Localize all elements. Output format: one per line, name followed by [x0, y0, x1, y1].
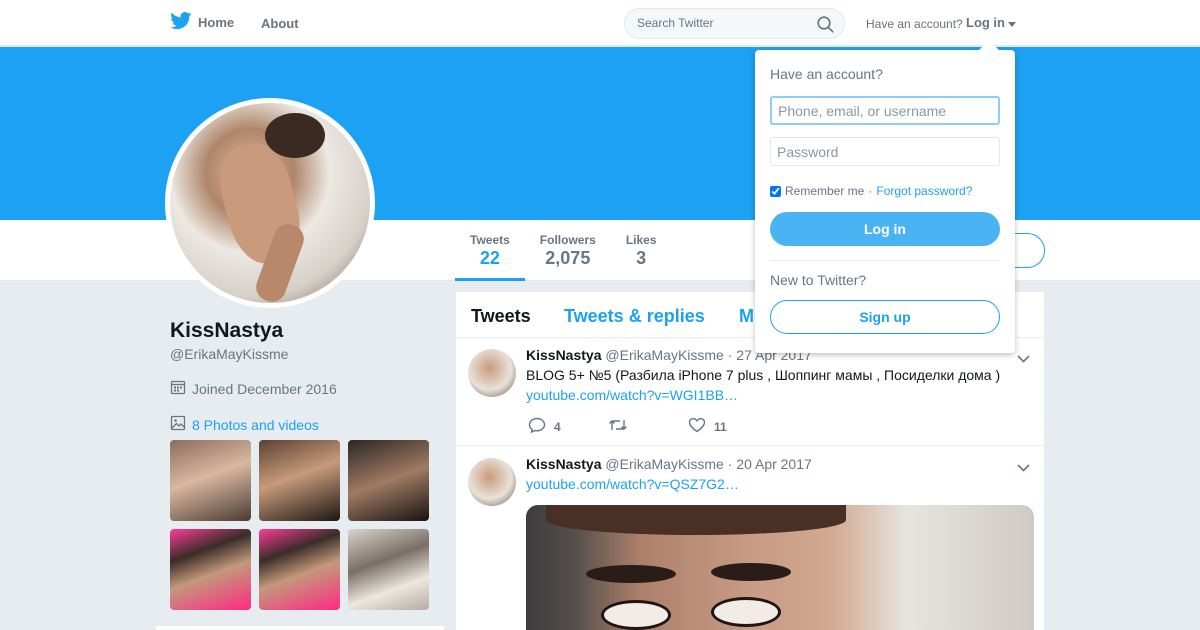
profile-avatar[interactable] — [165, 98, 375, 308]
search-box — [624, 8, 845, 39]
tweet-link[interactable]: youtube.com/watch?v=QSZ7G2… — [526, 476, 739, 492]
tab-tweets-replies[interactable]: Tweets & replies — [564, 306, 705, 327]
reply-icon — [528, 417, 546, 436]
retweet-icon — [608, 418, 628, 435]
photo-grid — [170, 440, 429, 610]
signup-button[interactable]: Sign up — [770, 300, 1000, 334]
joined-label: Joined December 2016 — [192, 380, 337, 397]
new-to-twitter-text: New to Twitter? — [770, 272, 867, 288]
tweet-header: KissNastya @ErikaMayKissme · 20 Apr 2017 — [526, 456, 812, 472]
photo-thumbnail[interactable] — [348, 440, 429, 521]
photo-thumbnail[interactable] — [170, 440, 251, 521]
chevron-down-icon[interactable] — [1017, 350, 1030, 368]
top-nav: Home About Have an account? Log in — [0, 0, 1200, 46]
home-label: Home — [198, 15, 235, 30]
search-icon[interactable] — [817, 16, 834, 38]
photo-thumbnail[interactable] — [348, 529, 429, 610]
stat-label: Likes — [625, 233, 657, 247]
login-button[interactable]: Log in — [770, 212, 1000, 246]
dropdown-title: Have an account? — [770, 66, 883, 82]
joined-date: Joined December 2016 — [170, 379, 337, 398]
photos-videos-link[interactable]: 8 Photos and videos — [170, 415, 319, 434]
calendar-icon — [170, 379, 186, 398]
remember-row: Remember me · Forgot password? — [770, 184, 972, 198]
stat-value: 2,075 — [545, 248, 591, 268]
stat-label: Tweets — [470, 233, 510, 247]
profile-stats: Tweets 22 Followers 2,075 Likes 3 — [455, 233, 672, 281]
tweet-link[interactable]: youtube.com/watch?v=WGI1BB… — [526, 387, 738, 403]
tweet[interactable]: KissNastya @ErikaMayKissme · 27 Apr 2017… — [456, 338, 1044, 446]
tweet-author-name[interactable]: KissNastya — [526, 347, 602, 363]
remember-checkbox[interactable] — [770, 185, 781, 197]
photo-thumbnail[interactable] — [259, 440, 340, 521]
login-menu-toggle[interactable]: Log in — [966, 15, 1016, 30]
tweet-text: BLOG 5+ №5 (Разбила iPhone 7 plus , Шопп… — [526, 367, 1001, 383]
login-label: Log in — [966, 15, 1005, 30]
have-account-text: Have an account? — [866, 17, 963, 31]
home-nav-link[interactable]: Home — [170, 12, 234, 33]
photo-thumbnail[interactable] — [170, 529, 251, 610]
tweet-avatar[interactable] — [468, 349, 516, 397]
like-count: 11 — [714, 419, 727, 434]
heart-icon — [688, 417, 706, 436]
tweet-meta[interactable]: @ErikaMayKissme · 20 Apr 2017 — [605, 456, 811, 472]
like-button[interactable]: 11 — [688, 417, 727, 436]
profile-name[interactable]: KissNastya — [170, 319, 283, 343]
separator-dot: · — [868, 184, 873, 198]
chevron-down-icon[interactable] — [1017, 459, 1030, 477]
stat-label: Followers — [539, 233, 596, 247]
stat-followers[interactable]: Followers 2,075 — [525, 233, 611, 281]
stat-value: 3 — [636, 248, 647, 268]
reply-count: 4 — [554, 419, 561, 434]
search-input[interactable] — [637, 16, 812, 30]
photos-label: 8 Photos and videos — [192, 416, 319, 433]
tweet[interactable]: KissNastya @ErikaMayKissme · 20 Apr 2017… — [456, 447, 1044, 630]
left-card-edge — [156, 626, 444, 630]
caret-down-icon — [1008, 15, 1016, 30]
tweet-actions: 4 11 — [528, 417, 727, 436]
username-field[interactable] — [770, 96, 1000, 125]
avatar-photo — [170, 103, 370, 303]
tab-media[interactable]: M — [739, 306, 754, 327]
stat-likes[interactable]: Likes 3 — [611, 233, 672, 281]
tab-tweets[interactable]: Tweets — [471, 306, 531, 327]
reply-button[interactable]: 4 — [528, 417, 608, 436]
stat-value: 22 — [479, 248, 500, 268]
forgot-password-link[interactable]: Forgot password? — [876, 184, 972, 198]
image-icon — [170, 415, 186, 434]
retweet-button[interactable] — [608, 418, 688, 435]
tweet-avatar[interactable] — [468, 458, 516, 506]
twitter-bird-icon — [170, 12, 192, 33]
profile-handle[interactable]: @ErikaMayKissme — [170, 346, 288, 362]
photo-thumbnail[interactable] — [259, 529, 340, 610]
password-field[interactable] — [770, 137, 1000, 166]
login-dropdown: Have an account? Remember me · Forgot pa… — [755, 40, 1015, 353]
about-nav-link[interactable]: About — [261, 16, 299, 31]
tweet-author-name[interactable]: KissNastya — [526, 456, 602, 472]
divider — [770, 260, 1000, 261]
remember-label[interactable]: Remember me — [785, 184, 864, 198]
tweet-media-image[interactable] — [526, 505, 1034, 630]
stat-tweets[interactable]: Tweets 22 — [455, 233, 525, 281]
